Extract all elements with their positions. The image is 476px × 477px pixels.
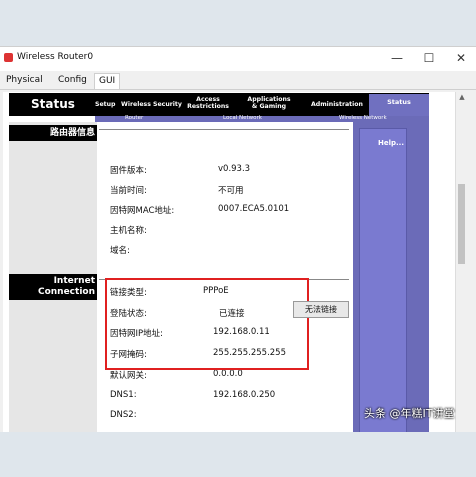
tab-strip: Physical Config GUI [0,71,476,90]
nav-wireless-security[interactable]: Wireless Security [121,101,182,108]
router-header: Status Setup Wireless Security Access Re… [9,93,429,122]
mac-label: 因特网MAC地址: [110,206,175,216]
subnav-wireless-network[interactable]: Wireless Network [339,115,387,121]
firmware-value: v0.93.3 [218,164,251,174]
help-panel: Help... [359,128,407,432]
hostname-label: 主机名称: [110,226,147,236]
dns1-value: 192.168.0.250 [213,390,276,400]
close-button[interactable]: ✕ [450,49,472,67]
app-icon [4,53,13,62]
internet-connection-heading: Internet Connection [9,274,97,300]
status-title: Status [31,97,75,111]
mac-value: 0007.ECA5.0101 [218,204,290,214]
tab-physical[interactable]: Physical [2,73,47,88]
nav-administration[interactable]: Administration [311,101,363,108]
internet-label-line2: Connection [37,287,95,297]
router-info-label: 路由器信息 [49,128,95,138]
current-time-value: 不可用 [218,186,244,196]
maximize-button[interactable]: ☐ [418,49,440,67]
firmware-label: 固件版本: [110,166,147,176]
help-link[interactable]: Help... [378,139,404,147]
nav-access-restrictions[interactable]: Access Restrictions [187,96,229,110]
scrollbar-thumb[interactable] [458,184,465,264]
dns1-label: DNS1: [110,390,137,400]
internet-label-line1: Internet [53,276,95,286]
subnav-local-network[interactable]: Local Network [223,115,262,121]
nav-apps-line2: & Gaming [251,103,287,110]
watermark: 头条 @年糕IT讲堂 [364,407,455,420]
minimize-button[interactable]: — [386,49,408,67]
router-web-frame: Status Setup Wireless Security Access Re… [3,92,465,432]
default-gateway-value: 0.0.0.0 [213,369,243,379]
tab-gui[interactable]: GUI [94,73,121,89]
section-divider [99,129,349,130]
title-bar: Wireless Router0 — ☐ ✕ [0,47,476,71]
router-info-heading: 路由器信息 [9,125,97,141]
scroll-up-arrow-icon[interactable]: ▲ [456,92,465,102]
tab-config[interactable]: Config [54,73,91,88]
dns2-label: DNS2: [110,410,137,420]
nav-status-label: Status [387,98,411,106]
highlight-box [105,278,309,370]
nav-apps-line1: Applications [247,96,291,103]
subnav-router[interactable]: Router [125,115,143,121]
vertical-scrollbar[interactable]: ▲ [455,92,465,432]
nav-applications-gaming[interactable]: Applications & Gaming [245,96,293,110]
default-gateway-label: 默认网关: [110,371,147,381]
nav-access-line2: Restrictions [187,103,229,110]
disconnect-button[interactable]: 无法链接 [293,301,349,318]
domain-label: 域名: [110,246,130,256]
nav-setup[interactable]: Setup [95,101,115,108]
window-title: Wireless Router0 [17,52,94,62]
current-time-label: 当前时间: [110,186,147,196]
router-window: Wireless Router0 — ☐ ✕ Physical Config G… [0,46,476,432]
nav-access-line1: Access [196,96,220,103]
